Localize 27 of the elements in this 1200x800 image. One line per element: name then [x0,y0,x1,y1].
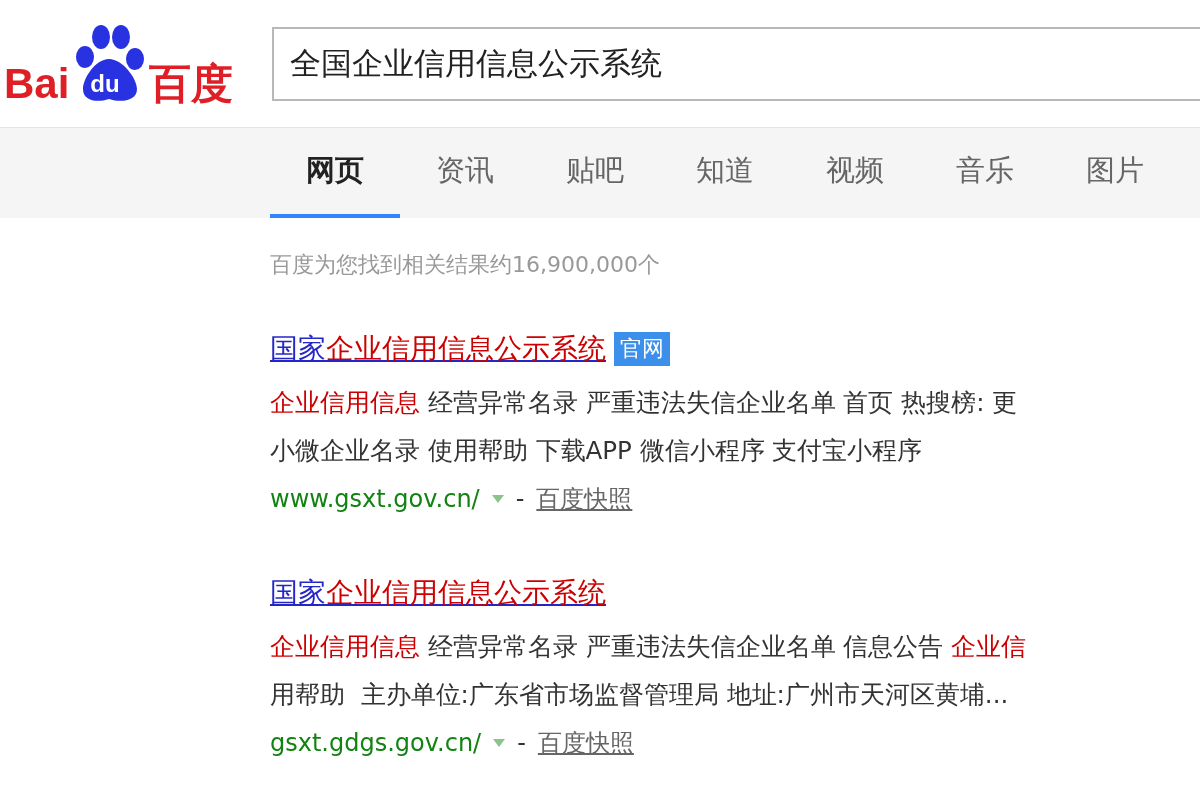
separator-text: - [515,485,525,513]
snapshot-link[interactable]: 百度快照 [536,483,633,515]
result-snippet: 小微企业名录 使用帮助 下载APP 微信小程序 支付宝小程序 [270,434,924,467]
tab[interactable]: 贴吧 [530,128,660,218]
tab[interactable]: 音乐 [920,128,1050,218]
snapshot-link[interactable]: 百度快照 [537,727,634,759]
logo-text: du [90,71,120,96]
result-count: 百度为您找到相关结果约16,900,000个 [270,251,661,279]
search-field[interactable]: 全国企业信用信息公示系统 [272,26,1200,101]
logo-text: Bai [4,62,70,105]
official-badge: 官网 [614,332,670,366]
result-url: gsxt.gdgs.gov.cn/ [270,729,482,757]
tab[interactable]: 网页 [270,128,400,218]
caret-icon[interactable] [491,495,504,503]
result-snippet: 用帮助 主办单位:广东省市场监督管理局 地址:广州市天河区黄埔... [270,678,1010,711]
tab[interactable]: 图片 [1050,128,1180,218]
caret-icon[interactable] [493,739,506,747]
tab[interactable]: 视频 [790,128,920,218]
tab[interactable]: 知道 [660,128,790,218]
logo-text: 百度 [149,62,234,105]
result-title-link[interactable]: 国家企业信用信息公示系统 [270,574,606,612]
separator-text: - [517,729,526,757]
result-snippet: 企业信用信息 经营异常名录 严重违法失信企业名单 信息公告 企业信 [270,630,1028,663]
tab[interactable]: 资讯 [400,128,530,218]
result-title-link[interactable]: 国家企业信用信息公示系统 [270,330,606,368]
result-url: www.gsxt.gov.cn/ [270,485,480,513]
result-snippet: 企业信用信息 经营异常名录 严重违法失信企业名单 首页 热搜榜: 更 [270,386,1019,419]
